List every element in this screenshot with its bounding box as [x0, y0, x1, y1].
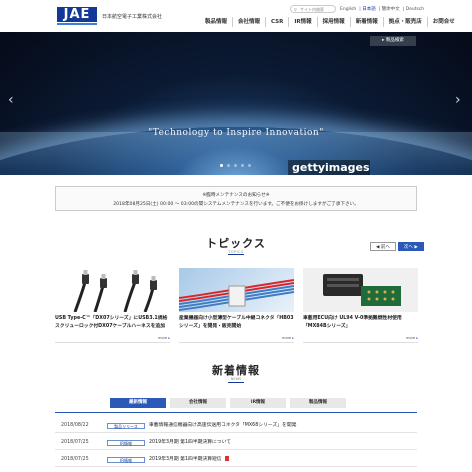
news-underline — [228, 382, 244, 383]
tab-company[interactable]: 会社情報 — [170, 398, 226, 408]
news-row[interactable]: 2018/07/25 IR情報 2019年3月期 第1四半期決算短信 — [55, 453, 417, 467]
topic-caption[interactable]: 車載用ECU向け UL94 V-0準拠難燃性材使用「MX84Bシリーズ」 — [303, 315, 418, 331]
topic-caption[interactable]: USB Type-C™「DX07シリーズ」にUSB3.1規格スクリューロック付D… — [55, 315, 170, 331]
topics-pager: ◀ 前へ 次へ ▶ — [370, 242, 424, 251]
notice-title: ※臨時メンテナンスのお知らせ※ — [202, 193, 270, 198]
hero-tagline: "Technology to Inspire Innovation" — [148, 128, 324, 138]
news-tabs: 最新情報 会社情報 IR情報 製品情報 — [110, 398, 346, 408]
company-name: 日本航空電子工業株式会社 — [102, 14, 163, 20]
topic-more-link[interactable]: more — [406, 336, 418, 340]
site-header: JAE 日本航空電子工業株式会社 ⚲ サイト内検索 English | 日本語 | … — [0, 0, 472, 32]
card-divider — [179, 342, 294, 343]
slide-dot[interactable] — [248, 164, 251, 167]
nav-news[interactable]: 新着情報 — [349, 17, 383, 27]
topic-more-link[interactable]: more — [158, 336, 170, 340]
news-title-text: 2019年3月期 第1四半期決算短信 — [149, 457, 222, 462]
news-title-link[interactable]: 2019年3月期 第1四半期決算短信 — [149, 453, 229, 467]
news-row[interactable]: 2018/08/22 製品リリース 車載情報通信機器向け高速伝送用コネクタ「MX… — [55, 419, 417, 433]
topic-image-usb-cables[interactable] — [55, 268, 170, 312]
jae-logo[interactable]: JAE — [57, 7, 97, 22]
product-search-button[interactable]: 製品検索 — [370, 36, 416, 46]
slide-dot[interactable] — [234, 164, 237, 167]
news-date: 2018/07/25 — [61, 457, 89, 462]
nav-recruit[interactable]: 採用情報 — [316, 17, 350, 27]
lang-chinese[interactable]: 簡体中文 — [382, 7, 400, 12]
news-category-badge: 製品リリース — [107, 423, 145, 429]
news-subheading: NEWS — [230, 377, 242, 381]
usb-cable-illustration — [73, 270, 157, 312]
main-nav: 製品情報 会社情報 CSR IR情報 採用情報 新着情報 拠点・販売店 お問合せ — [200, 17, 460, 27]
search-icon: ⚲ — [294, 7, 297, 12]
topic-caption[interactable]: 産業機器向け小型薄型ケーブル中継コネクタ「HB03シリーズ」を開発・販売開始 — [179, 315, 294, 331]
topic-more-link[interactable]: more — [282, 336, 294, 340]
hero-banner: 製品検索 ‹ › "Technology to Inspire Innovati… — [0, 32, 472, 175]
news-title-link[interactable]: 車載情報通信機器向け高速伝送用コネクタ「MX68シリーズ」を開発 — [149, 419, 296, 433]
hero-slide-dots — [220, 164, 251, 167]
news-row[interactable]: 2018/07/25 IR情報 2019年3月期 第1四半期決算について — [55, 436, 417, 450]
topic-card[interactable]: USB Type-C™「DX07シリーズ」にUSB3.1規格スクリューロック付D… — [55, 268, 170, 343]
card-divider — [303, 342, 418, 343]
topic-image-mx84b-connector[interactable] — [303, 268, 418, 312]
search-placeholder: サイト内検索 — [300, 7, 324, 12]
slide-dot[interactable] — [241, 164, 244, 167]
maintenance-notice: ※臨時メンテナンスのお知らせ※ 2018年08月25日(土) 00:00 ～ 0… — [55, 186, 417, 211]
slide-dot[interactable] — [227, 164, 230, 167]
news-date: 2018/07/25 — [61, 440, 89, 445]
tab-products[interactable]: 製品情報 — [290, 398, 346, 408]
slide-dot[interactable] — [220, 164, 223, 167]
logo-underline — [57, 23, 97, 25]
news-tab-underline — [55, 412, 417, 413]
news-category-badge: IR情報 — [107, 440, 145, 446]
news-title-link[interactable]: 2019年3月期 第1四半期決算について — [149, 436, 231, 450]
tab-latest[interactable]: 最新情報 — [110, 398, 166, 408]
nav-ir[interactable]: IR情報 — [288, 17, 316, 27]
gettyimages-watermark: gettyimages — [288, 160, 370, 175]
topic-card[interactable]: 産業機器向け小型薄型ケーブル中継コネクタ「HB03シリーズ」を開発・販売開始 m… — [179, 268, 294, 343]
nav-locations[interactable]: 拠点・販売店 — [382, 17, 427, 27]
nav-company[interactable]: 会社情報 — [232, 17, 265, 27]
language-switcher: English | 日本語 | 簡体中文 | Deutsch — [340, 7, 425, 12]
pdf-icon — [224, 456, 229, 461]
notice-body: 2018年08月25日(土) 00:00 ～ 03:00の間システムメンテナンス… — [113, 202, 359, 207]
site-search-input[interactable]: ⚲ サイト内検索 — [290, 5, 336, 13]
lang-german[interactable]: Deutsch — [406, 7, 425, 12]
card-divider — [55, 342, 170, 343]
hero-prev-arrow-icon[interactable]: ‹ — [8, 92, 14, 108]
topics-underline — [228, 254, 244, 255]
topic-image-hb03-connector[interactable] — [179, 268, 294, 312]
lang-japanese[interactable]: 日本語 — [362, 7, 376, 12]
nav-csr[interactable]: CSR — [265, 17, 288, 27]
ribbon-cable-illustration — [179, 279, 294, 311]
nav-contact[interactable]: お問合せ — [426, 17, 460, 27]
news-heading: 新着情報 — [212, 364, 260, 377]
lang-english[interactable]: English — [340, 7, 356, 12]
ecu-connector-illustration — [323, 274, 401, 306]
news-date: 2018/08/22 — [61, 423, 89, 428]
news-category-badge: IR情報 — [107, 457, 145, 463]
tab-ir[interactable]: IR情報 — [230, 398, 286, 408]
topics-next-button[interactable]: 次へ ▶ — [397, 242, 424, 251]
topic-card[interactable]: 車載用ECU向け UL94 V-0準拠難燃性材使用「MX84Bシリーズ」 mor… — [303, 268, 418, 343]
nav-products[interactable]: 製品情報 — [200, 17, 232, 27]
hero-next-arrow-icon[interactable]: › — [455, 92, 461, 108]
topics-prev-button[interactable]: ◀ 前へ — [370, 242, 396, 251]
